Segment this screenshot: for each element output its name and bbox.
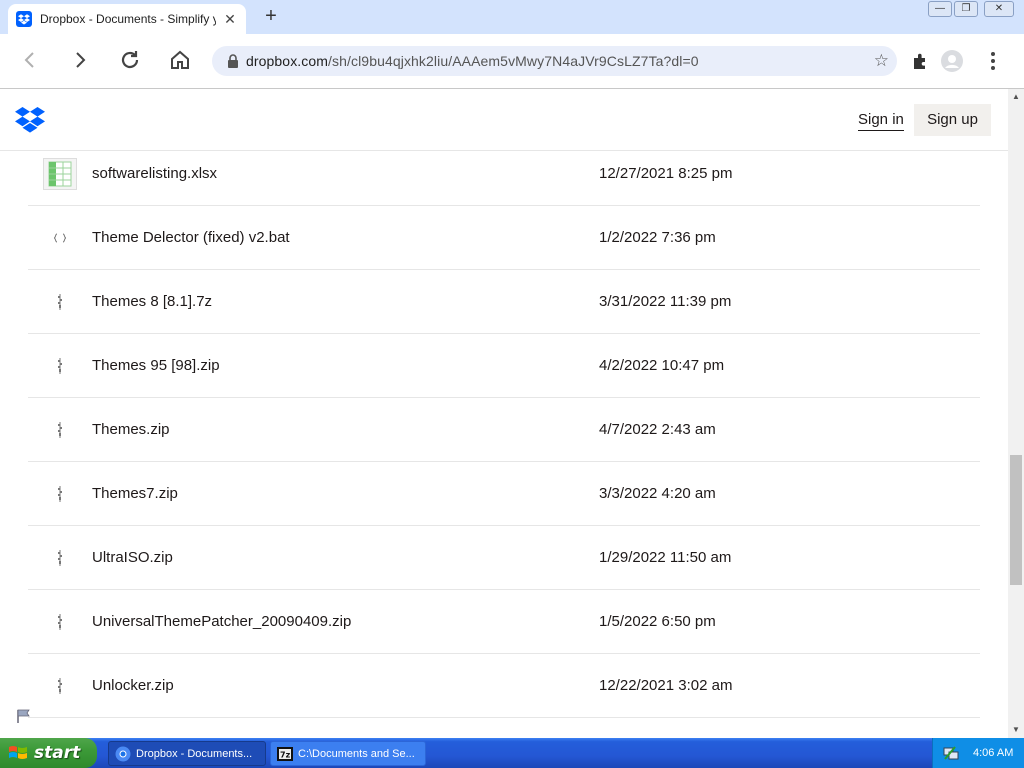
bookmark-star-icon[interactable]: ☆: [874, 52, 889, 70]
file-name[interactable]: Themes.zip: [92, 398, 170, 462]
file-name[interactable]: UltraISO.zip: [92, 526, 173, 590]
back-button[interactable]: [16, 46, 44, 74]
file-row[interactable]: Themes.zip 4/7/2022 2:43 am: [28, 398, 980, 462]
code-icon: [42, 222, 78, 254]
network-icon[interactable]: [943, 745, 959, 761]
file-date: 4/7/2022 2:43 am: [599, 421, 716, 438]
file-name[interactable]: Themes7.zip: [92, 462, 178, 526]
address-bar[interactable]: dropbox.com/sh/cl9bu4qjxhk2liu/AAAem5vMw…: [212, 46, 897, 76]
file-row[interactable]: UniversalThemePatcher_20090409.zip 1/5/2…: [28, 590, 980, 654]
home-icon: [171, 50, 189, 69]
file-row[interactable]: softwarelisting.xlsx 12/27/2021 8:25 pm: [28, 151, 980, 206]
zip-icon: [42, 670, 78, 702]
spreadsheet-icon: [42, 158, 78, 190]
file-date: 1/5/2022 6:50 pm: [599, 613, 716, 630]
chrome-icon: [115, 746, 131, 761]
reload-icon: [121, 51, 139, 69]
url-path: /sh/cl9bu4qjxhk2liu/AAAem5vMwy7N4aJVr9Cs…: [328, 53, 699, 69]
tab-close-icon[interactable]: ✕: [222, 11, 238, 28]
taskbar-item-7zip[interactable]: 7z C:\Documents and Se...: [270, 741, 426, 766]
arrow-right-icon: [76, 52, 86, 68]
task-label: C:\Documents and Se...: [298, 747, 415, 760]
home-button[interactable]: [166, 46, 194, 74]
task-label: Dropbox - Documents...: [136, 747, 253, 760]
start-button[interactable]: start: [0, 738, 97, 768]
taskbar: start Dropbox - Documents... 7z C:\Docum…: [0, 738, 1024, 768]
file-date: 12/22/2021 3:02 am: [599, 677, 733, 694]
file-name[interactable]: UniversalThemePatcher_20090409.zip: [92, 590, 351, 654]
reload-button[interactable]: [116, 46, 144, 74]
url-host: dropbox.com: [246, 53, 329, 69]
file-list: softwarelisting.xlsx 12/27/2021 8:25 pm …: [28, 151, 980, 718]
7zip-icon: 7z: [277, 746, 293, 761]
file-name[interactable]: softwarelisting.xlsx: [92, 151, 217, 197]
menu-kebab-icon[interactable]: [981, 49, 1005, 73]
file-date: 3/31/2022 11:39 pm: [599, 293, 732, 310]
close-window-button[interactable]: ✕: [984, 1, 1014, 17]
url-text: dropbox.com/sh/cl9bu4qjxhk2liu/AAAem5vMw…: [246, 53, 699, 69]
zip-icon: [42, 542, 78, 574]
tab-title: Dropbox - Documents - Simplify your: [40, 12, 216, 26]
system-tray: 4:06 AM: [932, 738, 1024, 768]
zip-icon: [42, 606, 78, 638]
file-row[interactable]: UltraISO.zip 1/29/2022 11:50 am: [28, 526, 980, 590]
file-name[interactable]: Themes 8 [8.1].7z: [92, 270, 212, 334]
zip-icon: [42, 286, 78, 318]
file-date: 12/27/2021 8:25 pm: [599, 165, 733, 182]
arrow-left-icon: [24, 52, 34, 68]
file-row[interactable]: Themes 95 [98].zip 4/2/2022 10:47 pm: [28, 334, 980, 398]
new-tab-button[interactable]: +: [260, 6, 282, 28]
page-viewport: Sign in Sign up softwarelisting.xlsx 12/…: [0, 89, 1008, 738]
scrollbar-thumb[interactable]: [1010, 455, 1022, 585]
file-date: 1/29/2022 11:50 am: [599, 549, 732, 566]
file-row[interactable]: Themes7.zip 3/3/2022 4:20 am: [28, 462, 980, 526]
lock-icon: [228, 54, 238, 68]
file-row[interactable]: Unlocker.zip 12/22/2021 3:02 am: [28, 654, 980, 718]
profile-avatar-icon[interactable]: [940, 49, 964, 73]
sign-up-button[interactable]: Sign up: [914, 104, 991, 136]
file-name[interactable]: Unlocker.zip: [92, 654, 174, 718]
zip-icon: [42, 350, 78, 382]
report-flag-icon[interactable]: [16, 709, 32, 723]
file-date: 1/2/2022 7:36 pm: [599, 229, 716, 246]
tab-strip: Dropbox - Documents - Simplify your ✕ + …: [0, 0, 1024, 34]
taskbar-clock: 4:06 AM: [973, 747, 1014, 759]
file-date: 3/3/2022 4:20 am: [599, 485, 716, 502]
restore-button[interactable]: ❐: [954, 1, 978, 17]
browser-toolbar: dropbox.com/sh/cl9bu4qjxhk2liu/AAAem5vMw…: [0, 34, 1024, 89]
forward-button[interactable]: [66, 46, 94, 74]
zip-icon: [42, 478, 78, 510]
windows-flag-icon: [9, 746, 27, 759]
extensions-icon[interactable]: [908, 49, 932, 73]
zip-icon: [42, 414, 78, 446]
browser-tab[interactable]: Dropbox - Documents - Simplify your ✕: [8, 4, 246, 34]
file-name[interactable]: Themes 95 [98].zip: [92, 334, 220, 398]
dropbox-logo-icon[interactable]: [15, 107, 45, 133]
scroll-up-arrow-icon[interactable]: ▲: [1008, 89, 1024, 105]
minimize-button[interactable]: —: [928, 1, 952, 17]
svg-text:7z: 7z: [280, 750, 291, 759]
dropbox-header: Sign in Sign up: [0, 89, 1008, 151]
sign-in-link[interactable]: Sign in: [858, 111, 904, 131]
dropbox-favicon-icon: [16, 11, 32, 27]
file-name[interactable]: Theme Delector (fixed) v2.bat: [92, 206, 290, 270]
file-row[interactable]: Theme Delector (fixed) v2.bat 1/2/2022 7…: [28, 206, 980, 270]
taskbar-item-dropbox[interactable]: Dropbox - Documents...: [108, 741, 266, 766]
file-date: 4/2/2022 10:47 pm: [599, 357, 725, 374]
scroll-down-arrow-icon[interactable]: ▼: [1008, 722, 1024, 738]
file-row[interactable]: Themes 8 [8.1].7z 3/31/2022 11:39 pm: [28, 270, 980, 334]
start-label: start: [34, 743, 81, 763]
page-scrollbar[interactable]: ▲ ▼: [1008, 89, 1024, 738]
